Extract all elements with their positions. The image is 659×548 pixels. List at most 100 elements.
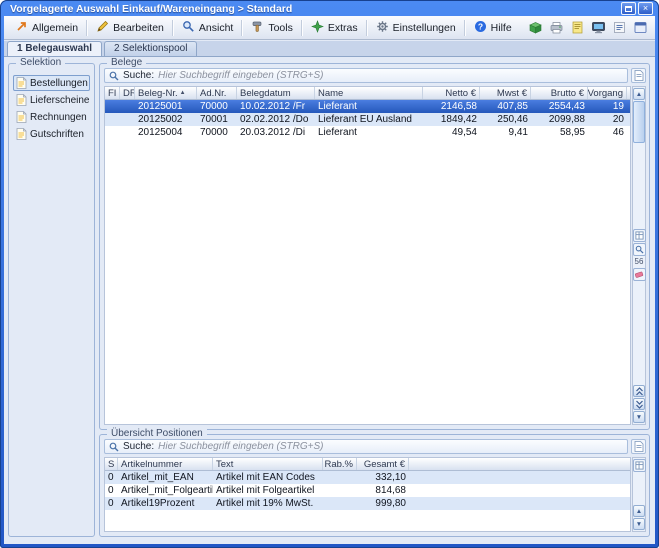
positionen-search-input[interactable] — [158, 441, 623, 453]
toolbar-separator — [301, 20, 303, 36]
sidebar-item-lieferscheine[interactable]: Lieferscheine — [13, 92, 90, 108]
tab-belegauswahl[interactable]: 1 Belegauswahl — [7, 41, 102, 56]
svg-text:?: ? — [478, 21, 483, 31]
printer-icon[interactable] — [547, 19, 565, 37]
document-icon — [16, 111, 27, 123]
gear-icon — [376, 20, 389, 36]
scroll-up-button[interactable]: ▲ — [633, 505, 645, 517]
maximize-button[interactable] — [621, 2, 636, 15]
package-icon[interactable] — [526, 19, 544, 37]
app-window: Vorgelagerte Auswahl Einkauf/Wareneingan… — [0, 0, 659, 548]
table-row[interactable]: 20125001 70000 10.02.2012 /Fr Lieferant … — [105, 100, 630, 113]
search-icon — [109, 442, 119, 452]
positionen-layout-button[interactable] — [631, 439, 646, 454]
table-row[interactable]: 0 Artikel_mit_EAN Artikel mit EAN Codes … — [105, 471, 630, 484]
menu-ansicht[interactable]: Ansicht — [175, 18, 240, 38]
zoom-button[interactable] — [633, 243, 646, 256]
positionen-grid-header: S Artikelnummer Text Rab.% Gesamt € — [105, 458, 630, 471]
column-header-ad-nr[interactable]: Ad.Nr. — [197, 87, 237, 99]
close-button[interactable]: × — [638, 2, 653, 15]
table-row[interactable]: 0 Artikel_mit_Folgeartikel Artikel mit F… — [105, 484, 630, 497]
positionen-scrollbar[interactable]: ▲ ▼ — [632, 457, 646, 532]
menu-allgemein[interactable]: Allgemein — [8, 18, 85, 38]
positionen-grid: S Artikelnummer Text Rab.% Gesamt € 0 Ar… — [104, 457, 631, 532]
column-header-fi[interactable]: FI — [105, 87, 120, 99]
toolbar-separator — [172, 20, 174, 36]
search-icon — [109, 71, 119, 81]
document-icon — [16, 94, 27, 106]
scroll-down-button[interactable]: ▼ — [633, 411, 645, 423]
table-row[interactable]: 0 Artikel19Prozent Artikel mit 19% MwSt.… — [105, 497, 630, 510]
star-icon — [311, 20, 324, 36]
belege-searchbar[interactable]: Suche: — [104, 68, 628, 83]
belege-search-input[interactable] — [158, 70, 623, 82]
column-chooser-button[interactable] — [633, 229, 646, 242]
scroll-down-button[interactable]: ▼ — [633, 518, 645, 530]
page-icon — [634, 70, 644, 81]
selektion-title: Selektion — [16, 57, 65, 68]
column-header-name[interactable]: Name — [315, 87, 423, 99]
menu-bearbeiten[interactable]: Bearbeiten — [89, 18, 171, 38]
page-up-button[interactable] — [633, 385, 645, 397]
titlebar[interactable]: Vorgelagerte Auswahl Einkauf/Wareneingan… — [4, 0, 655, 16]
positionen-title: Übersicht Positionen — [107, 428, 207, 439]
selektion-panel: Selektion Bestellungen Lieferscheine Rec… — [8, 63, 95, 537]
menu-einstellungen[interactable]: Einstellungen — [369, 18, 463, 38]
eraser-button[interactable] — [633, 268, 646, 281]
toolbar-separator — [86, 20, 88, 36]
maximize-icon — [625, 6, 632, 12]
positionen-panel: Übersicht Positionen Suche: S Artikelnum… — [99, 434, 650, 537]
document-icon — [16, 77, 27, 89]
magnifier-icon — [182, 20, 195, 36]
toolbar-separator — [366, 20, 368, 36]
column-chooser-button[interactable] — [633, 459, 646, 472]
column-header-brutto[interactable]: Brutto € — [531, 87, 588, 99]
sort-asc-icon: ▲ — [180, 90, 186, 96]
app-body: Allgemein Bearbeiten Ansicht Tools Extra… — [4, 16, 655, 544]
sidebar-item-gutschriften[interactable]: Gutschriften — [13, 126, 90, 142]
pencil-icon — [96, 20, 109, 36]
column-header-s[interactable]: S — [105, 458, 118, 470]
toolbar-separator — [464, 20, 466, 36]
window-title: Vorgelagerte Auswahl Einkauf/Wareneingan… — [10, 3, 292, 15]
menu-extras[interactable]: Extras — [304, 18, 365, 38]
table-row[interactable]: 20125002 70001 02.02.2012 /Do Lieferant … — [105, 113, 630, 126]
toolbar-separator — [241, 20, 243, 36]
scroll-up-button[interactable]: ▲ — [633, 88, 645, 100]
note-icon[interactable] — [568, 19, 586, 37]
main-toolbar: Allgemein Bearbeiten Ansicht Tools Extra… — [4, 16, 655, 40]
tab-selektionspool[interactable]: 2 Selektionspool — [104, 41, 197, 56]
sidebar-item-bestellungen[interactable]: Bestellungen — [13, 75, 90, 91]
page-down-button[interactable] — [633, 398, 645, 410]
hammer-icon — [251, 20, 264, 36]
positionen-searchbar[interactable]: Suche: — [104, 439, 628, 454]
scrollbar-thumb[interactable] — [633, 101, 645, 143]
help-icon: ? — [474, 20, 487, 36]
menu-hilfe[interactable]: ? Hilfe — [467, 18, 519, 38]
table-row[interactable]: 20125004 70000 20.03.2012 /Di Lieferant … — [105, 126, 630, 139]
sidebar-item-rechnungen[interactable]: Rechnungen — [13, 109, 90, 125]
menu-tools[interactable]: Tools — [244, 18, 300, 38]
column-header-belegdatum[interactable]: Belegdatum — [237, 87, 315, 99]
column-header-beleg-nr[interactable]: Beleg-Nr. ▲ — [135, 87, 197, 99]
search-label: Suche: — [123, 70, 154, 81]
column-header-gesamt[interactable]: Gesamt € — [357, 458, 409, 470]
belege-grid: FI DR Beleg-Nr. ▲ Ad.Nr. Belegdatum Name… — [104, 86, 631, 425]
column-header-vorgang[interactable]: Vorgang — [588, 87, 627, 99]
column-header-mwst[interactable]: Mwst € — [480, 87, 531, 99]
belege-layout-button[interactable] — [631, 68, 646, 83]
column-header-text[interactable]: Text — [213, 458, 323, 470]
belege-panel: Belege Suche: FI DR Beleg-Nr. ▲ — [99, 63, 650, 430]
belege-title: Belege — [107, 57, 146, 68]
column-header-dr[interactable]: DR — [120, 87, 135, 99]
monitor-icon[interactable] — [589, 19, 607, 37]
close-icon: × — [643, 4, 648, 13]
column-header-rab[interactable]: Rab.% — [323, 458, 357, 470]
info-icon[interactable] — [631, 19, 649, 37]
belege-scrollbar[interactable]: ▲ 56 ▼ — [632, 86, 646, 425]
column-header-filler — [627, 87, 631, 99]
column-header-netto[interactable]: Netto € — [423, 87, 480, 99]
column-header-artikelnummer[interactable]: Artikelnummer — [118, 458, 213, 470]
list-icon[interactable] — [610, 19, 628, 37]
content-area: Selektion Bestellungen Lieferscheine Rec… — [4, 57, 655, 544]
